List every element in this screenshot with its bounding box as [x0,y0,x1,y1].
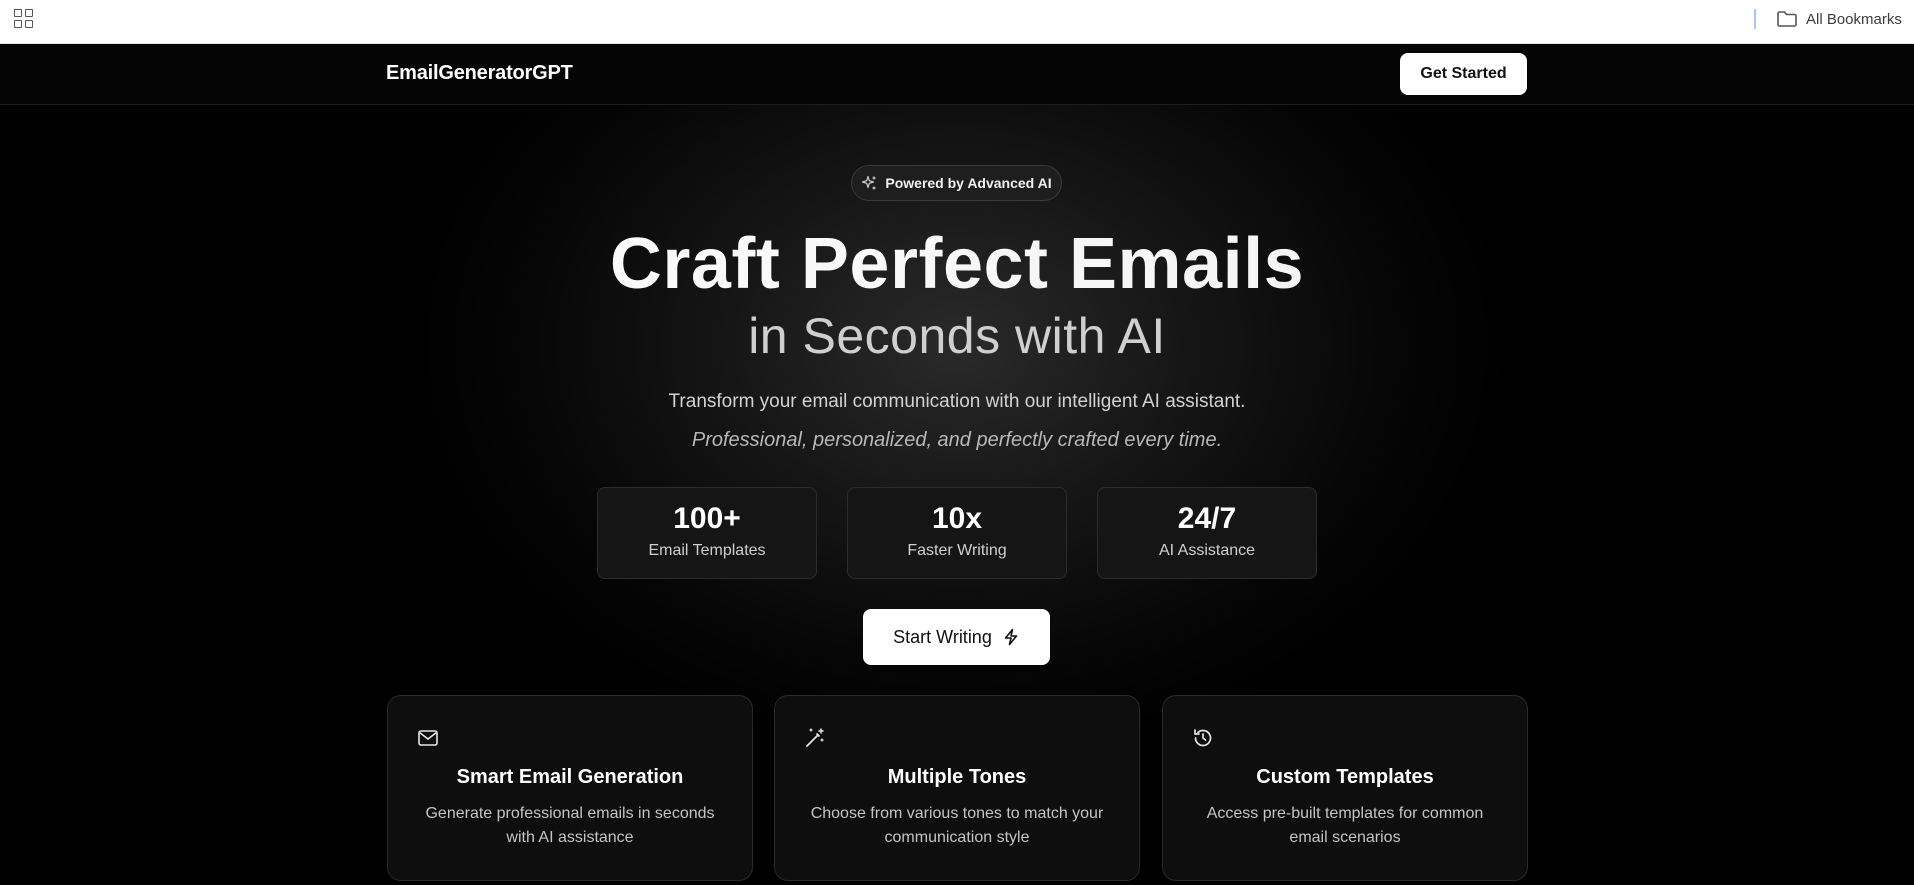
stat-label: Email Templates [648,542,766,559]
stat-value: 10x [931,502,983,535]
feature-title: Custom Templates [1256,766,1434,788]
stat-label: Faster Writing [907,542,1007,559]
mail-icon [416,726,440,750]
bookmarks-bar: All Bookmarks [0,0,1914,44]
powered-by-badge: Powered by Advanced AI [851,165,1062,201]
stat-card-speed: 10x Faster Writing [847,487,1067,579]
feature-title: Multiple Tones [887,766,1027,788]
site-header: EmailGeneratorGPT Get Started [0,44,1914,105]
get-started-button[interactable]: Get Started [1400,53,1527,95]
hero-subtitle: in Seconds with AI [748,308,1166,364]
start-writing-button[interactable]: Start Writing [863,609,1050,665]
apps-grid-icon[interactable] [14,9,34,29]
bookmarks-divider [1754,9,1756,29]
all-bookmarks-button[interactable]: All Bookmarks [1776,8,1902,30]
hero-section: Powered by Advanced AI Craft Perfect Ema… [0,105,1914,885]
feature-description: Generate professional emails in seconds … [425,805,715,846]
hero-title: Craft Perfect Emails [0,223,1914,305]
history-icon [1191,726,1215,750]
feature-title: Smart Email Generation [456,766,684,788]
stat-card-templates: 100+ Email Templates [597,487,817,579]
hero-lead: Transform your email communication with … [668,391,1246,412]
feature-description: Choose from various tones to match your … [810,805,1104,846]
stat-value: 24/7 [1177,502,1237,535]
feature-card-templates: Custom Templates Access pre-built templa… [1162,695,1528,881]
start-writing-label: Start Writing [893,626,992,647]
stat-value: 100+ [673,502,741,535]
stat-card-assistance: 24/7 AI Assistance [1097,487,1317,579]
badge-label: Powered by Advanced AI [885,175,1052,191]
sparkles-icon [861,175,877,191]
site-logo[interactable]: EmailGeneratorGPT [386,62,573,85]
feature-card-tones: Multiple Tones Choose from various tones… [774,695,1140,881]
all-bookmarks-label: All Bookmarks [1806,10,1902,28]
lightning-icon [1002,628,1020,646]
feature-description: Access pre-built templates for common em… [1206,805,1484,846]
stat-label: AI Assistance [1158,542,1256,559]
folder-icon [1776,10,1798,28]
hero-lead-italic: Professional, personalized, and perfectl… [691,429,1223,451]
feature-card-smart-email: Smart Email Generation Generate professi… [387,695,753,881]
magic-wand-icon [803,726,827,750]
